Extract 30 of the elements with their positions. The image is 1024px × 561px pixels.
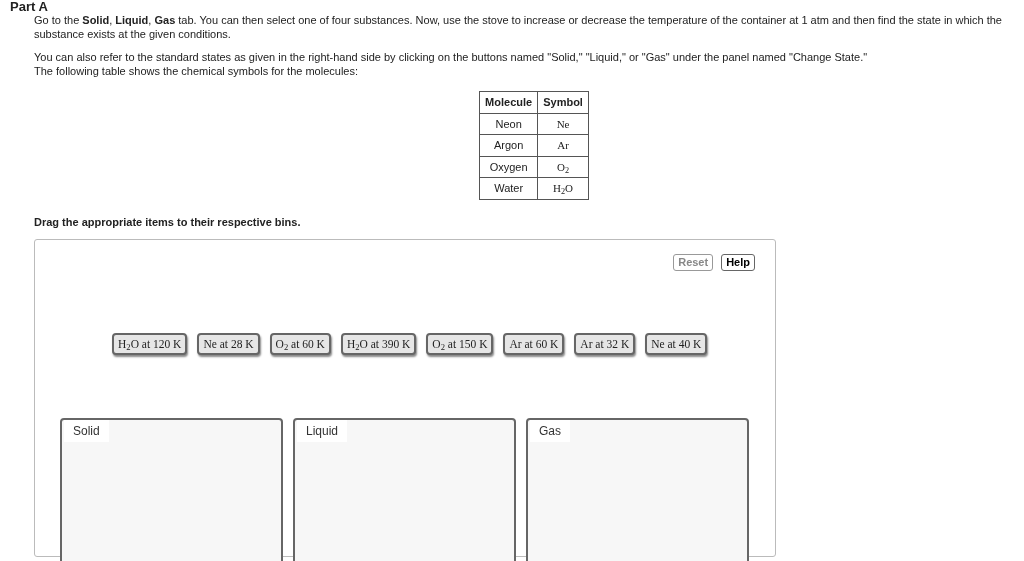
bin-label: Liquid	[297, 420, 348, 442]
table-cell: H$_{2}$O	[537, 177, 589, 199]
draggable-item[interactable]: Ne at 28 K	[197, 333, 260, 355]
paragraph: The following table shows the chemical symbols for the molecules:	[34, 64, 360, 78]
draggable-item[interactable]: Ne at 40 K	[645, 333, 708, 355]
instruction-text: Drag the appropriate items to their respective bins.	[34, 214, 302, 230]
part-title: Part A	[10, 0, 49, 13]
draggable-item[interactable]: O$_{2}$ at 60 K	[269, 333, 331, 355]
draggable-item[interactable]: Ar at 60 K	[503, 333, 565, 355]
drop-bin[interactable]: Liquid	[293, 418, 516, 561]
table-cell: Oxygen	[479, 156, 538, 178]
draggable-item[interactable]: H$_{2}$O at 120 K	[112, 333, 188, 355]
table-cell: Ne	[537, 113, 589, 135]
bin-label: Solid	[64, 420, 109, 442]
table-cell: Water	[479, 177, 538, 199]
bin-label: Gas	[530, 420, 570, 442]
draggable-item[interactable]: Ar at 32 K	[574, 333, 636, 355]
toolbar-button[interactable]: Help	[721, 254, 755, 271]
table-cell: Ar	[537, 134, 589, 156]
draggable-item[interactable]: O$_{2}$ at 150 K	[426, 333, 494, 355]
draggable-item[interactable]: H$_{2}$O at 390 K	[340, 333, 417, 355]
paragraph: You can also refer to the standard states as given in the right-hand side by clicking on the buttons named "Solid," "Liquid," or "Gas" under the panel named "Change State."	[34, 50, 869, 64]
column-header: Molecule	[479, 91, 538, 113]
drop-bin[interactable]: Gas	[526, 418, 749, 561]
column-header: Symbol	[537, 91, 589, 113]
table-cell: O$_{2}$	[537, 156, 589, 178]
paragraph: Go to the Solid, Liquid, Gas tab. You can then select one of four substances. Now, use the stove to increase or decrease the temperature of the container at 1 atm and then find the state in which the substance exists at the given conditions.	[34, 13, 1003, 41]
drop-bin[interactable]: Solid	[60, 418, 283, 561]
table-cell: Neon	[479, 113, 538, 135]
table-cell: Argon	[479, 134, 538, 156]
